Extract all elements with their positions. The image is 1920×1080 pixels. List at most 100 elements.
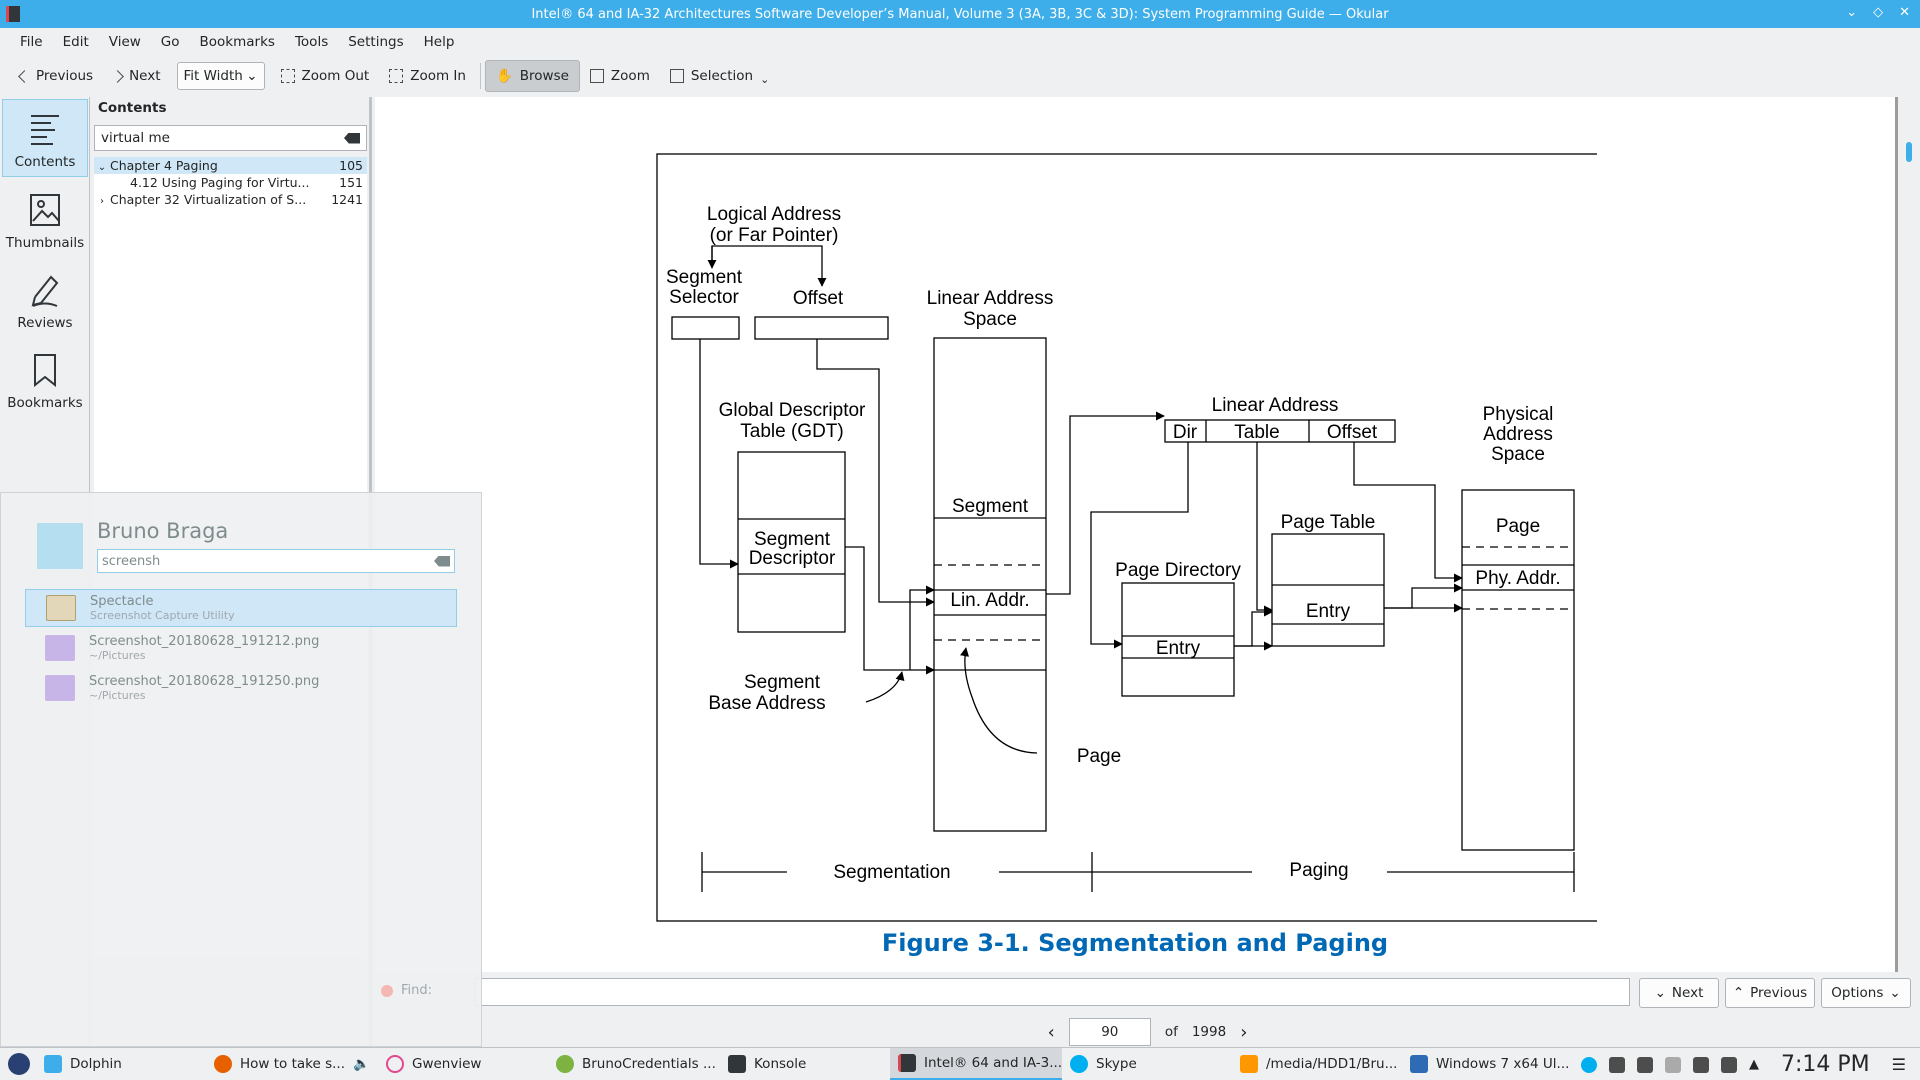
linear-address-space-box <box>933 337 1047 832</box>
tree-item[interactable]: ⌄ Chapter 4 Paging 105 <box>94 157 367 174</box>
task-konsole[interactable]: Konsole <box>720 1048 890 1080</box>
task-gwenview[interactable]: Gwenview <box>378 1048 548 1080</box>
task-dolphin[interactable]: Dolphin <box>36 1048 206 1080</box>
maximize-icon[interactable]: ◇ <box>1873 5 1883 20</box>
start-menu-button[interactable] <box>0 1048 36 1080</box>
label-segment-descriptor-1: Segment <box>754 529 831 550</box>
label-logical-address: Logical Address <box>707 204 841 225</box>
label-linear-address: Linear Address <box>927 288 1054 309</box>
window-controls: ⌄ ◇ ✕ <box>1846 5 1910 20</box>
segmentation-paging-figure: Logical Address (or Far Pointer) Segment… <box>656 153 1597 922</box>
bookmark-icon <box>34 354 56 387</box>
contents-search-input[interactable]: virtual me <box>94 125 367 151</box>
zoom-out-icon <box>280 69 295 83</box>
launcher-find: Find: <box>381 983 432 998</box>
close-icon[interactable]: ✕ <box>1899 5 1910 20</box>
network-tray-icon[interactable] <box>1665 1056 1681 1073</box>
find-bar: ⌄ Next ⌃ Previous Options ⌄ <box>375 975 1920 1017</box>
task-virtualbox[interactable]: Windows 7 x64 Ul... <box>1402 1048 1572 1080</box>
okular-icon <box>898 1053 916 1072</box>
menu-bookmarks[interactable]: Bookmarks <box>190 34 285 50</box>
selection-tool-button[interactable]: Selection ⌄ <box>660 60 779 92</box>
menu-help[interactable]: Help <box>414 34 465 50</box>
task-okular[interactable]: Intel® 64 and IA-3... <box>890 1047 1062 1080</box>
tab-thumbnails[interactable]: Thumbnails <box>2 179 88 257</box>
zoom-mode-select[interactable]: Fit Width ⌄ <box>176 62 265 90</box>
label-dir-entry: Entry <box>1156 638 1201 659</box>
figure-caption: Figure 3-1. Segmentation and Paging <box>881 929 1389 957</box>
scrollbar-thumb[interactable] <box>1906 142 1912 162</box>
okular-app-icon <box>6 6 20 22</box>
previous-button[interactable]: Previous <box>10 60 103 92</box>
firefox-icon <box>214 1055 232 1073</box>
clock[interactable]: 7:14 PM <box>1771 1052 1880 1077</box>
tab-reviews[interactable]: Reviews <box>2 259 88 337</box>
label-offset-field: Offset <box>1327 422 1378 443</box>
launcher-result[interactable]: Screenshot_20180628_191250.png ~/Picture… <box>25 669 457 707</box>
avatar[interactable] <box>37 523 83 569</box>
menu-settings[interactable]: Settings <box>338 34 413 50</box>
toolbar: Previous Next Fit Width ⌄ Zoom Out Zoom … <box>0 57 1920 95</box>
launcher-search-input[interactable]: screensh <box>97 549 455 573</box>
find-options-button[interactable]: Options ⌄ <box>1821 978 1911 1008</box>
vertical-scrollbar[interactable] <box>1898 97 1920 972</box>
updates-tray-icon[interactable] <box>1609 1056 1625 1073</box>
prev-page-icon[interactable]: ‹ <box>1048 1022 1055 1043</box>
menu-tools[interactable]: Tools <box>285 34 338 50</box>
physical-address-space-box <box>1461 489 1575 851</box>
label-physical-1: Physical <box>1483 404 1554 425</box>
menu-icon[interactable]: ☰ <box>1892 1055 1906 1074</box>
clear-search-icon[interactable] <box>344 132 360 144</box>
page-number-input[interactable]: 90 <box>1068 1018 1151 1046</box>
keepass-icon <box>556 1055 574 1073</box>
browse-tool-button[interactable]: ✋ Browse <box>484 60 580 92</box>
menu-go[interactable]: Go <box>151 34 190 50</box>
expand-closed-icon[interactable]: › <box>94 196 110 207</box>
menu-view[interactable]: View <box>99 34 151 50</box>
menu-edit[interactable]: Edit <box>53 34 99 50</box>
display-tray-icon[interactable] <box>1637 1056 1653 1073</box>
launcher-result[interactable]: Screenshot_20180628_191212.png ~/Picture… <box>25 629 457 667</box>
task-skype[interactable]: Skype <box>1062 1048 1232 1080</box>
document-view[interactable]: Logical Address (or Far Pointer) Segment… <box>375 97 1920 972</box>
tree-item-label: Chapter 4 Paging <box>110 158 218 173</box>
tree-item-label: 4.12 Using Paging for Virtu... <box>130 175 310 190</box>
tray-expand-icon[interactable]: ▲ <box>1749 1057 1759 1072</box>
image-file-icon <box>45 635 75 661</box>
clipboard-tray-icon[interactable] <box>1693 1056 1709 1073</box>
tab-contents[interactable]: Contents <box>2 99 88 177</box>
launcher-result[interactable]: Spectacle Screenshot Capture Utility <box>25 589 457 627</box>
clear-search-icon[interactable] <box>434 555 450 567</box>
zoom-out-button[interactable]: Zoom Out <box>271 60 380 92</box>
skype-tray-icon[interactable] <box>1581 1056 1597 1073</box>
minimize-icon[interactable]: ⌄ <box>1846 5 1857 20</box>
task-sublime[interactable]: /media/HDD1/Bru... <box>1232 1048 1402 1080</box>
next-button[interactable]: Next <box>103 60 170 92</box>
next-page-icon[interactable]: › <box>1240 1022 1247 1043</box>
expand-open-icon[interactable]: ⌄ <box>94 162 110 173</box>
sublime-text-icon <box>1240 1055 1258 1073</box>
label-gdt-1: Global Descriptor <box>719 400 866 421</box>
find-previous-button[interactable]: ⌃ Previous <box>1725 978 1815 1008</box>
tree-item[interactable]: 4.12 Using Paging for Virtu... 151 <box>94 174 367 191</box>
volume-tray-icon[interactable] <box>1721 1056 1737 1073</box>
tree-item[interactable]: › Chapter 32 Virtualization of S... 1241 <box>94 191 367 208</box>
menu-file[interactable]: File <box>10 34 53 50</box>
task-brunocredentials[interactable]: BrunoCredentials ... <box>548 1048 720 1080</box>
zoom-tool-button[interactable]: Zoom <box>580 60 660 92</box>
tree-item-page: 1241 <box>331 192 363 207</box>
label-page-table: Page Table <box>1281 512 1376 533</box>
find-next-button[interactable]: ⌄ Next <box>1639 978 1719 1008</box>
zoom-in-button[interactable]: Zoom In <box>379 60 476 92</box>
tab-bookmarks[interactable]: Bookmarks <box>2 339 88 417</box>
page-table-box <box>1271 533 1385 647</box>
find-input[interactable] <box>475 978 1630 1006</box>
pen-icon <box>31 275 59 307</box>
selection-icon <box>669 69 684 83</box>
label-page-directory: Page Directory <box>1115 560 1241 581</box>
label-space: Space <box>963 309 1017 330</box>
task-firefox[interactable]: How to take s... 🔈 <box>206 1048 378 1080</box>
offset-box <box>754 316 889 340</box>
hand-icon: ✋ <box>495 68 513 84</box>
speaker-icon[interactable]: 🔈 <box>353 1056 370 1072</box>
